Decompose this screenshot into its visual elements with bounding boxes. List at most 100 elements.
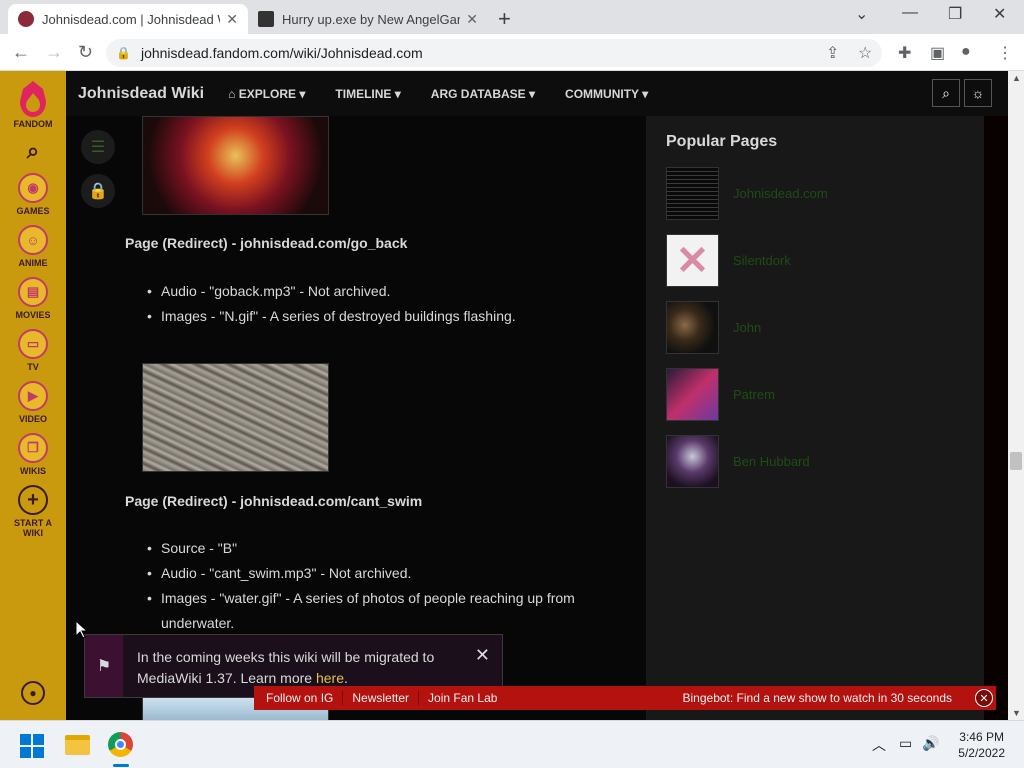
plus-icon: +: [18, 485, 48, 515]
fandom-logo[interactable]: FANDOM: [14, 79, 53, 129]
browser-tab-strip: Johnisdead.com | Johnisdead Wi ✕ Hurry u…: [0, 0, 1024, 34]
extensions-icon[interactable]: ✚: [898, 43, 911, 63]
notice-end: .: [344, 670, 348, 686]
close-tab-icon[interactable]: ✕: [226, 11, 238, 28]
share-icon[interactable]: ⇪: [826, 43, 839, 63]
fandom-logo-icon: [20, 81, 46, 117]
close-notice-icon[interactable]: ✕: [475, 645, 490, 666]
lock-icon[interactable]: 🔒: [81, 174, 115, 208]
rail-item-start-wiki[interactable]: + START A WIKI: [11, 485, 55, 538]
newsletter-link[interactable]: Newsletter: [343, 691, 420, 705]
profile-icon[interactable]: ●: [961, 43, 971, 61]
page-link[interactable]: John: [733, 320, 761, 335]
section-heading: Page (Redirect) - johnisdead.com/cant_sw…: [125, 493, 423, 509]
rail-label: MOVIES: [15, 310, 51, 320]
destroyed-buildings-image: [142, 363, 329, 472]
popular-page-item[interactable]: John: [666, 301, 761, 354]
rail-label: WIKIS: [20, 466, 46, 476]
file-explorer-icon[interactable]: [65, 735, 90, 755]
nav-timeline[interactable]: TIMELINE ▾: [335, 87, 400, 101]
page-thumbnail: [666, 368, 719, 421]
forward-icon[interactable]: →: [45, 42, 63, 63]
active-app-indicator: [113, 764, 129, 767]
rail-label: VIDEO: [18, 414, 47, 424]
rail-item-wikis[interactable]: ❐ WIKIS: [18, 433, 48, 476]
volume-icon[interactable]: 🔊: [922, 735, 939, 752]
address-bar[interactable]: 🔒 johnisdead.fandom.com/wiki/Johnisdead.…: [106, 39, 882, 67]
popular-page-item[interactable]: Johnisdead.com: [666, 167, 828, 220]
chrome-icon[interactable]: [108, 732, 133, 757]
scrollbar-thumb[interactable]: [1010, 452, 1022, 470]
close-tab-icon[interactable]: ✕: [466, 11, 478, 28]
nav-community[interactable]: COMMUNITY ▾: [565, 87, 648, 101]
clock-date: 5/2/2022: [958, 746, 1005, 760]
fandom-global-nav: FANDOM ⌕ ◉ GAMES ☺ ANIME ▤ MOVIES ▭ TV ▶…: [0, 71, 66, 720]
follow-ig-link[interactable]: Follow on IG: [254, 691, 344, 705]
lock-icon: 🔒: [116, 46, 131, 60]
fandom-search-button[interactable]: ⌕: [27, 138, 39, 164]
nav-arg-database[interactable]: ARG DATABASE ▾: [431, 87, 535, 101]
article-image: [142, 116, 329, 215]
page-link[interactable]: Johnisdead.com: [733, 186, 828, 201]
theme-toggle-icon[interactable]: ☼: [964, 79, 992, 107]
taskbar-clock[interactable]: 3:46 PM 5/2/2022: [958, 729, 1005, 761]
page-thumbnail: [666, 435, 719, 488]
account-button[interactable]: ●: [21, 681, 45, 708]
rail-item-anime[interactable]: ☺ ANIME: [18, 225, 48, 268]
rail-item-video[interactable]: ▶ VIDEO: [18, 381, 48, 424]
popular-page-item[interactable]: Ben Hubbard: [666, 435, 810, 488]
join-fan-lab-link[interactable]: Join Fan Lab: [419, 691, 506, 705]
back-icon[interactable]: ←: [12, 42, 30, 63]
flag-icon: ⚑: [85, 635, 123, 697]
minimize-button[interactable]: —: [902, 4, 918, 22]
nav-explore[interactable]: ⌂ EXPLORE ▾: [228, 87, 305, 101]
rail-item-movies[interactable]: ▤ MOVIES: [15, 277, 51, 320]
page-scrollbar[interactable]: ▲ ▼: [1008, 71, 1024, 720]
side-panel-icon[interactable]: ▣: [930, 43, 945, 63]
rail-item-games[interactable]: ◉ GAMES: [16, 173, 50, 216]
rail-item-tv[interactable]: ▭ TV: [18, 329, 48, 372]
section-list: Audio - "goback.mp3" - Not archived. Ima…: [147, 279, 621, 329]
page-link[interactable]: Ben Hubbard: [733, 454, 810, 469]
url-text: johnisdead.fandom.com/wiki/Johnisdead.co…: [140, 45, 423, 61]
list-item: Images - "water.gif" - A series of photo…: [147, 586, 621, 636]
menu-icon[interactable]: ⋮: [997, 43, 1013, 63]
page-link[interactable]: Patrem: [733, 387, 775, 402]
close-bar-icon[interactable]: ✕: [975, 689, 993, 707]
close-window-button[interactable]: ✕: [993, 4, 1006, 24]
popular-pages-title: Popular Pages: [666, 133, 778, 150]
new-tab-button[interactable]: +: [498, 6, 511, 32]
scroll-up-icon[interactable]: ▲: [1012, 73, 1021, 83]
tab-search-icon[interactable]: ⌄: [855, 4, 868, 24]
bingebot-promo[interactable]: Bingebot: Find a new show to watch in 30…: [683, 691, 953, 705]
article-content: ☰ 🔒 Page (Redirect) - johnisdead.com/go_…: [66, 116, 646, 720]
reload-icon[interactable]: ↻: [78, 42, 93, 63]
windows-taskbar: ︿ ▭ 🔊 3:46 PM 5/2/2022: [0, 720, 1024, 768]
fandom-label: FANDOM: [13, 119, 53, 129]
windows-start-icon[interactable]: [20, 734, 44, 758]
popular-page-item[interactable]: ✕ Silentdork: [666, 234, 791, 287]
page-link[interactable]: Silentdork: [733, 253, 791, 268]
bookmark-star-icon[interactable]: ☆: [858, 43, 872, 63]
rail-label: ANIME: [18, 258, 48, 268]
network-icon[interactable]: ▭: [899, 735, 912, 752]
list-item: Images - "N.gif" - A series of destroyed…: [147, 304, 621, 329]
anime-icon: ☺: [18, 225, 48, 255]
tab-johnisdead[interactable]: Johnisdead.com | Johnisdead Wi ✕: [8, 4, 248, 34]
search-icon: ⌕: [26, 138, 40, 163]
restore-button[interactable]: ❐: [948, 4, 962, 24]
scroll-down-icon[interactable]: ▼: [1012, 708, 1021, 718]
tab-hurry-up[interactable]: Hurry up.exe by New AngelGame ✕: [248, 4, 488, 34]
learn-more-link[interactable]: here: [316, 670, 344, 686]
page-thumbnail: ✕: [666, 234, 719, 287]
chevron-up-icon[interactable]: ︿: [872, 735, 886, 755]
popular-page-item[interactable]: Patrem: [666, 368, 775, 421]
page-thumbnail: [666, 301, 719, 354]
section-heading: Page (Redirect) - johnisdead.com/go_back: [125, 235, 408, 251]
wiki-search-button[interactable]: ⌕: [932, 79, 960, 107]
wiki-title[interactable]: Johnisdead Wiki: [78, 85, 204, 103]
notice-message: In the coming weeks this wiki will be mi…: [137, 649, 435, 686]
toc-icon[interactable]: ☰: [81, 130, 115, 164]
itch-favicon-icon: [258, 11, 274, 27]
gamepad-icon: ◉: [17, 173, 48, 203]
